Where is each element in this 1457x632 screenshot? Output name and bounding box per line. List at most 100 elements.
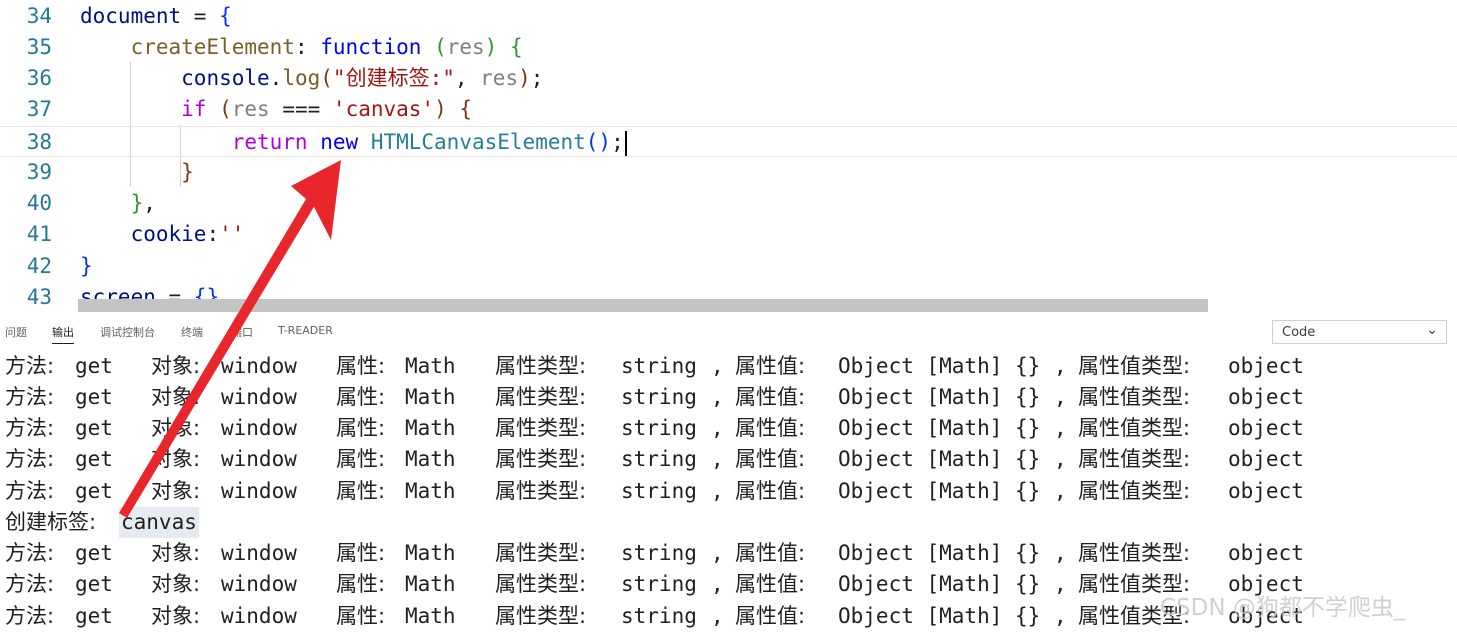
code-text: }: [80, 157, 194, 188]
code-token: if: [181, 97, 207, 121]
line-number: 41: [26, 222, 52, 246]
output-prop-val-type-value: object: [1228, 479, 1304, 503]
output-separator: ,: [1054, 604, 1067, 628]
code-token: new: [320, 130, 359, 154]
code-text: cookie:'': [80, 219, 245, 250]
code-token: ): [484, 35, 498, 59]
code-token: {: [459, 97, 473, 121]
output-method-label: 方法:: [5, 541, 55, 565]
output-object-label: 对象:: [151, 385, 201, 409]
panel-tab-bar: 问题 输出 调试控制台 终端 端口 T-READER: [0, 315, 1457, 349]
output-method-value: get: [75, 447, 113, 471]
code-editor[interactable]: 34 document = {35 createElement: function…: [0, 0, 1457, 312]
panel-tab[interactable]: 输出: [52, 324, 74, 344]
code-token: {: [219, 4, 232, 28]
code-token: }: [181, 160, 194, 184]
output-prop-val-type-label: 属性值类型:: [1078, 479, 1191, 503]
panel-tab[interactable]: 调试控制台: [100, 324, 155, 340]
panel-tab[interactable]: 端口: [231, 324, 253, 340]
panel-tab[interactable]: T-READER: [278, 324, 333, 337]
output-method-value: get: [75, 541, 113, 565]
code-token: log: [282, 66, 321, 90]
code-text: if (res === 'canvas') {: [80, 94, 472, 125]
output-separator: ,: [1054, 385, 1067, 409]
code-line[interactable]: 39 }: [0, 157, 1457, 188]
output-line-create-tag: 创建标签: canvas: [5, 507, 1445, 538]
output-separator: ,: [1054, 572, 1067, 596]
code-line[interactable]: 40 },: [0, 188, 1457, 219]
code-token: =: [181, 4, 220, 28]
panel-tab[interactable]: 终端: [181, 324, 203, 340]
output-separator: ,: [711, 479, 724, 503]
code-text: },: [80, 188, 156, 219]
output-method-label: 方法:: [5, 354, 55, 378]
output-prop-val-label: 属性值:: [735, 416, 806, 440]
line-number: 36: [26, 66, 52, 90]
output-prop-val-type-value: object: [1228, 354, 1304, 378]
code-token: ,: [143, 191, 156, 215]
output-prop-type-label: 属性类型:: [495, 447, 587, 471]
code-token: ;: [611, 130, 624, 154]
code-token: ===: [269, 97, 333, 121]
code-line[interactable]: 36 console.log("创建标签:", res);: [0, 63, 1457, 94]
output-prop-label: 属性:: [336, 416, 386, 440]
output-method-label: 方法:: [5, 385, 55, 409]
code-text: console.log("创建标签:", res);: [80, 63, 543, 94]
chevron-down-icon: ⌄: [1426, 322, 1438, 338]
output-prop-value: Math: [405, 354, 456, 378]
line-number: 34: [26, 4, 52, 28]
output-prop-val-value: Object [Math] {}: [838, 604, 1041, 628]
output-prop-val-type-value: object: [1228, 541, 1304, 565]
code-line[interactable]: 35 createElement: function (res) {: [0, 32, 1457, 63]
output-prop-label: 属性:: [336, 604, 386, 628]
output-prop-type-label: 属性类型:: [495, 572, 587, 596]
code-token: ): [518, 66, 531, 90]
output-method-value: get: [75, 354, 113, 378]
output-prop-value: Math: [405, 385, 456, 409]
line-number: 40: [26, 191, 52, 215]
line-number: 43: [26, 285, 52, 309]
code-token: function: [320, 35, 422, 59]
output-line: 方法: get 对象: window 属性: Math 属性类型: string, 属性值: Ob…: [5, 444, 1445, 475]
output-prop-val-value: Object [Math] {}: [838, 541, 1041, 565]
output-channel-select[interactable]: Code ⌄: [1272, 320, 1447, 344]
output-method-label: 方法:: [5, 447, 55, 471]
panel-tab[interactable]: 问题: [5, 324, 27, 340]
code-line[interactable]: 37 if (res === 'canvas') {: [0, 94, 1457, 125]
code-line[interactable]: 34 document = {: [0, 1, 1457, 32]
output-prop-type-value: string: [621, 604, 697, 628]
code-line[interactable]: 42}: [0, 251, 1457, 282]
output-prop-val-value: Object [Math] {}: [838, 479, 1041, 503]
line-number: 37: [26, 97, 52, 121]
create-tag-value: canvas: [119, 507, 199, 538]
output-prop-val-type-label: 属性值类型:: [1078, 354, 1191, 378]
output-prop-val-type-label: 属性值类型:: [1078, 416, 1191, 440]
code-token: 'canvas': [332, 97, 435, 121]
output-prop-label: 属性:: [336, 447, 386, 471]
output-object-label: 对象:: [151, 541, 201, 565]
code-token: cookie: [130, 222, 207, 246]
code-token: "创建标签:": [332, 66, 455, 90]
output-method-value: get: [75, 385, 113, 409]
output-prop-type-value: string: [621, 354, 697, 378]
code-token: (: [320, 66, 333, 90]
output-object-value: window: [221, 354, 297, 378]
create-tag-label: 创建标签:: [5, 510, 97, 534]
code-token: }: [80, 254, 93, 278]
horizontal-scrollbar[interactable]: [78, 299, 1208, 312]
output-object-label: 对象:: [151, 572, 201, 596]
code-line[interactable]: 38 return new HTMLCanvasElement();: [0, 126, 1457, 157]
output-method-value: get: [75, 479, 113, 503]
output-prop-val-label: 属性值:: [735, 354, 806, 378]
output-prop-val-value: Object [Math] {}: [838, 354, 1041, 378]
code-line[interactable]: 41 cookie:'': [0, 219, 1457, 250]
output-prop-val-label: 属性值:: [735, 385, 806, 409]
output-object-label: 对象:: [151, 604, 201, 628]
